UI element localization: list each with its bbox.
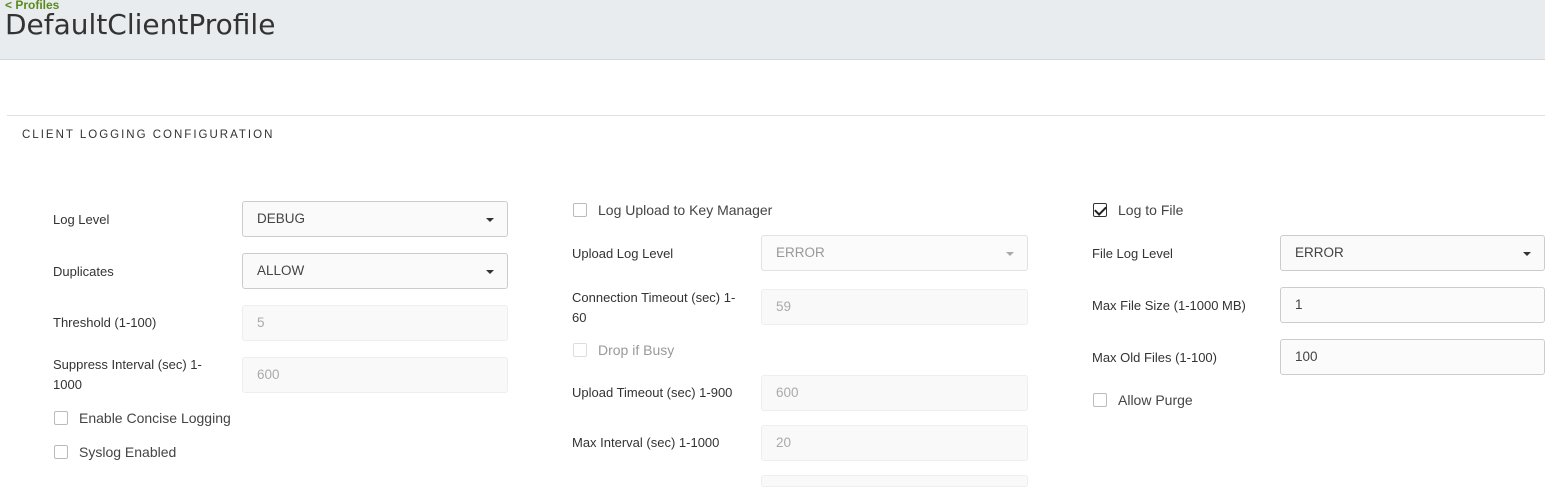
drop-if-busy-label: Drop if Busy: [598, 342, 675, 358]
max-old-files-label: Max Old Files (1-100): [1092, 350, 1217, 365]
duplicates-value: ALLOW: [257, 263, 305, 278]
threshold-input[interactable]: 5: [242, 305, 508, 341]
allow-purge-label: Allow Purge: [1118, 392, 1193, 408]
allow-purge-checkbox[interactable]: [1093, 393, 1107, 407]
next-field-input-partial[interactable]: [761, 475, 1028, 487]
connection-timeout-label: Connection Timeout (sec) 1- 60: [572, 288, 735, 328]
upload-log-level-label: Upload Log Level: [572, 246, 674, 261]
max-old-files-input[interactable]: 100: [1280, 339, 1545, 375]
chevron-down-icon: [486, 218, 494, 222]
log-to-file-checkbox[interactable]: [1093, 203, 1107, 217]
suppress-interval-label-line2: 1000: [53, 377, 82, 392]
enable-concise-logging-checkbox[interactable]: [54, 411, 68, 425]
max-interval-label: Max Interval (sec) 1-1000: [572, 435, 720, 450]
syslog-enabled-label: Syslog Enabled: [79, 444, 177, 460]
page-header: < Profiles DefaultClientProfile: [0, 0, 1545, 60]
chevron-down-icon: [1523, 252, 1531, 256]
suppress-interval-input[interactable]: 600: [242, 357, 508, 393]
max-interval-input[interactable]: 20: [761, 425, 1028, 461]
file-log-level-value: ERROR: [1295, 245, 1344, 260]
log-level-label: Log Level: [53, 212, 110, 227]
max-file-size-input[interactable]: 1: [1280, 287, 1545, 323]
section-title: CLIENT LOGGING CONFIGURATION: [22, 129, 275, 141]
log-upload-label: Log Upload to Key Manager: [598, 202, 773, 218]
log-level-value: DEBUG: [257, 211, 306, 226]
log-level-select[interactable]: DEBUG: [242, 201, 508, 237]
duplicates-select[interactable]: ALLOW: [242, 253, 508, 289]
chevron-down-icon: [486, 270, 494, 274]
suppress-interval-label: Suppress Interval (sec) 1- 1000: [53, 355, 202, 395]
upload-log-level-select[interactable]: ERROR: [761, 235, 1028, 271]
log-upload-checkbox[interactable]: [573, 203, 587, 217]
duplicates-label: Duplicates: [53, 264, 114, 279]
log-to-file-label: Log to File: [1118, 202, 1184, 218]
upload-timeout-label: Upload Timeout (sec) 1-900: [572, 385, 733, 400]
chevron-down-icon: [1006, 252, 1014, 256]
page-title: DefaultClientProfile: [5, 8, 276, 41]
threshold-label: Threshold (1-100): [53, 315, 157, 330]
connection-timeout-label-line1: Connection Timeout (sec) 1-: [572, 290, 736, 305]
connection-timeout-input[interactable]: 59: [761, 289, 1028, 325]
file-log-level-label: File Log Level: [1092, 246, 1173, 261]
suppress-interval-label-line1: Suppress Interval (sec) 1-: [53, 357, 202, 372]
file-log-level-select[interactable]: ERROR: [1280, 235, 1545, 271]
section-divider: [7, 115, 1545, 116]
syslog-enabled-checkbox[interactable]: [54, 445, 68, 459]
connection-timeout-label-line2: 60: [572, 310, 587, 325]
drop-if-busy-checkbox[interactable]: [573, 343, 587, 357]
upload-log-level-value: ERROR: [776, 245, 825, 260]
max-file-size-label: Max File Size (1-1000 MB): [1092, 298, 1246, 313]
upload-timeout-input[interactable]: 600: [761, 375, 1028, 411]
enable-concise-logging-label: Enable Concise Logging: [79, 410, 231, 426]
